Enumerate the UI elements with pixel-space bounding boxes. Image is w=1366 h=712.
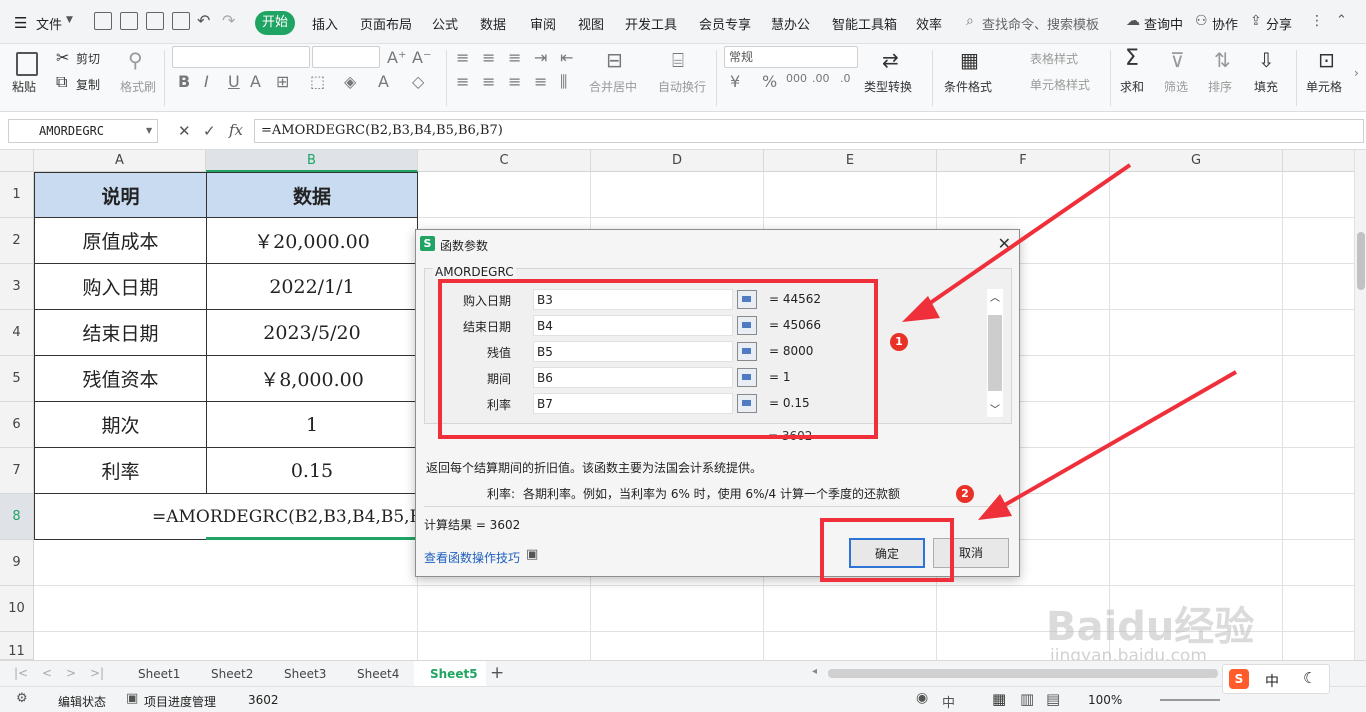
arrow-2-head xyxy=(978,494,1012,520)
arrow-2-line xyxy=(995,370,1237,512)
annotation-arrows xyxy=(902,163,1237,520)
arrow-1-line xyxy=(918,163,1132,312)
